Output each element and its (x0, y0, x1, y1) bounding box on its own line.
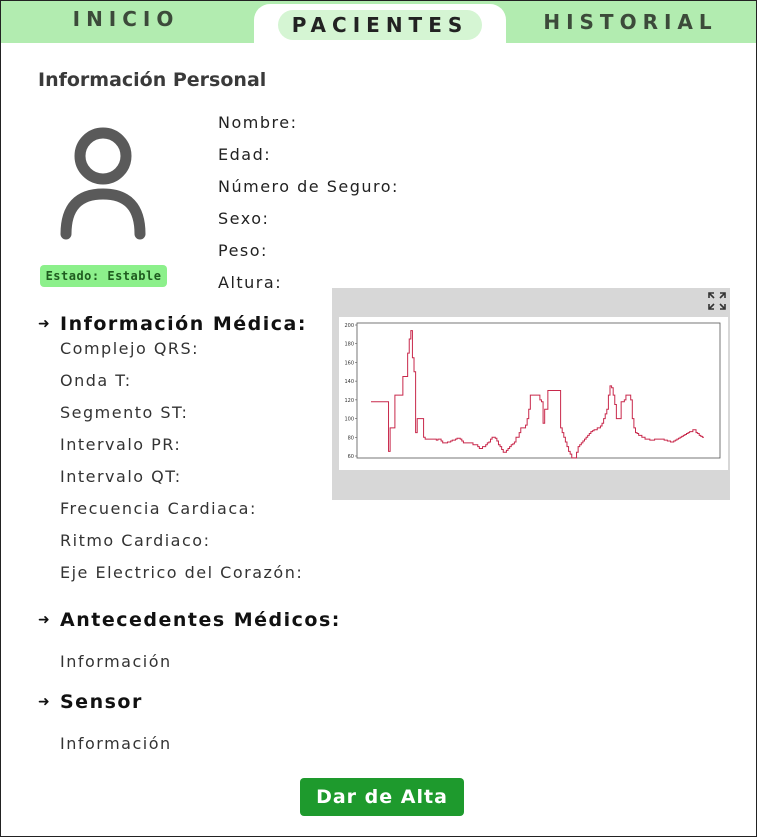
field-intervalo-qt: Intervalo QT: (60, 467, 182, 486)
y-tick-label: 100 (344, 417, 354, 423)
arrow-right-icon: ➜ (38, 316, 52, 332)
tab-inicio[interactable]: INICIO (1, 0, 251, 40)
field-peso: Peso: (218, 241, 268, 260)
medical-history-heading: ➜ Antecedentes Médicos: (38, 609, 341, 631)
field-eje-electrico: Eje Electrico del Corazón: (60, 563, 304, 582)
field-edad: Edad: (218, 145, 272, 164)
field-frecuencia-cardiaca: Frecuencia Cardiaca: (60, 499, 257, 518)
sensor-heading: ➜ Sensor (38, 691, 143, 713)
y-tick-label: 200 (344, 323, 354, 329)
field-segmento-st: Segmento ST: (60, 403, 189, 422)
ecg-series-line (371, 330, 704, 459)
personal-fields: Nombre: Edad: Número de Seguro: Sexo: Pe… (218, 112, 399, 304)
field-onda-t: Onda T: (60, 371, 132, 390)
field-numero-seguro: Número de Seguro: (218, 177, 399, 196)
medical-history-heading-label: Antecedentes Médicos: (60, 609, 341, 631)
ecg-chart-area: 60 80 100 120 140 160 180 200 (339, 317, 728, 470)
field-ritmo-cardiaco: Ritmo Cardiaco: (60, 531, 211, 550)
y-tick-label: 180 (344, 342, 354, 348)
arrow-right-icon: ➜ (38, 612, 52, 628)
sensor-heading-label: Sensor (60, 691, 143, 713)
ecg-chart: 60 80 100 120 140 160 180 200 (344, 322, 721, 460)
ecg-chart-panel: 60 80 100 120 140 160 180 200 (332, 288, 730, 500)
chart-axes-box (356, 322, 721, 459)
tab-pacientes[interactable]: PACIENTES (278, 10, 482, 40)
field-nombre: Nombre: (218, 113, 298, 132)
tab-historial[interactable]: HISTORIAL (505, 1, 756, 43)
arrow-right-icon: ➜ (38, 694, 52, 710)
sensor-info: Información (60, 734, 172, 753)
tab-bar: INICIO PACIENTES HISTORIAL (1, 0, 756, 48)
medical-info-heading: ➜ Información Médica: (38, 313, 307, 335)
field-intervalo-pr: Intervalo PR: (60, 435, 182, 454)
y-tick-label: 140 (344, 379, 354, 385)
user-avatar-icon (60, 127, 146, 240)
y-tick-label: 80 (348, 435, 354, 441)
y-tick-label: 120 (344, 398, 354, 404)
medical-fields: Complejo QRS: Onda T: Segmento ST: Inter… (60, 338, 303, 594)
discharge-button[interactable]: Dar de Alta (300, 778, 464, 816)
field-complejo-qrs: Complejo QRS: (60, 339, 200, 358)
status-badge: Estado: Estable (40, 265, 167, 287)
y-tick-label: 160 (344, 360, 354, 366)
medical-history-info: Información (60, 652, 172, 671)
medical-info-heading-label: Información Médica: (60, 313, 307, 335)
y-tick-label: 60 (348, 454, 354, 460)
expand-icon[interactable] (708, 292, 726, 310)
personal-info-title: Información Personal (38, 69, 267, 91)
field-sexo: Sexo: (218, 209, 270, 228)
